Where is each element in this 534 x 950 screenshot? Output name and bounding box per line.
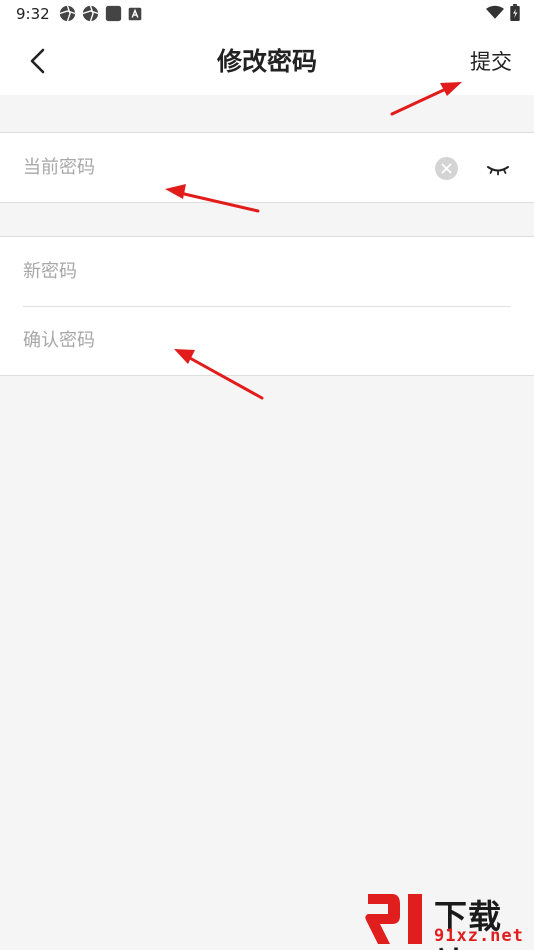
clear-button[interactable] bbox=[435, 157, 458, 180]
chevron-left-icon bbox=[30, 48, 45, 74]
confirm-password-row bbox=[0, 306, 534, 375]
battery-charging-icon bbox=[510, 4, 520, 21]
close-icon bbox=[441, 163, 452, 174]
status-bar: 9:32 bbox=[0, 0, 534, 28]
watermark-logo bbox=[365, 894, 422, 944]
nav-bar: 修改密码 提交 bbox=[0, 28, 534, 95]
current-password-row bbox=[0, 133, 534, 202]
square-app-icon bbox=[105, 5, 122, 22]
page-title: 修改密码 bbox=[216, 47, 317, 76]
status-time: 9:32 bbox=[16, 5, 50, 23]
new-password-input[interactable] bbox=[23, 237, 413, 306]
current-password-input[interactable] bbox=[23, 133, 413, 202]
watermark: 下载站 91xz.net bbox=[362, 888, 534, 950]
eye-closed-icon bbox=[487, 166, 509, 176]
password-visibility-toggle[interactable] bbox=[486, 159, 510, 179]
letter-a-icon bbox=[128, 7, 142, 20]
submit-button[interactable]: 提交 bbox=[470, 46, 512, 76]
new-password-row bbox=[0, 237, 534, 307]
current-password-group bbox=[0, 132, 534, 203]
confirm-password-input[interactable] bbox=[23, 306, 413, 375]
status-icons-left bbox=[59, 5, 142, 22]
aperture-icon bbox=[82, 5, 99, 22]
aperture-icon bbox=[59, 5, 76, 22]
status-icons-right bbox=[486, 4, 520, 21]
back-button[interactable] bbox=[22, 44, 56, 78]
watermark-url-text: 91xz.net bbox=[434, 926, 524, 946]
new-password-group bbox=[0, 236, 534, 376]
wifi-icon bbox=[486, 5, 504, 19]
